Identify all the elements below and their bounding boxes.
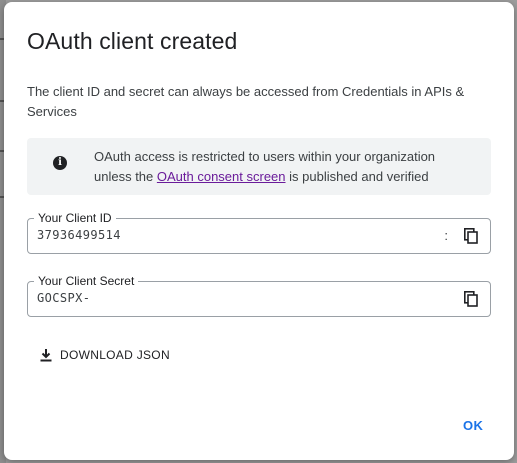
dialog-title: OAuth client created (27, 28, 238, 54)
copy-icon[interactable] (464, 228, 478, 244)
copy-icon[interactable] (464, 291, 478, 307)
info-text-after: is published and verified (285, 169, 429, 184)
download-json-button[interactable]: DOWNLOAD JSON (39, 344, 170, 366)
client-secret-value[interactable]: GOCSPX- (37, 291, 90, 305)
ok-button[interactable]: OK (463, 418, 483, 433)
dialog-description: The client ID and secret can always be a… (27, 84, 465, 119)
info-icon: i (53, 156, 67, 170)
download-json-label: DOWNLOAD JSON (60, 348, 170, 362)
download-icon (40, 349, 52, 362)
client-id-value[interactable]: 37936499514 (37, 228, 121, 242)
info-notice: i OAuth access is restricted to users wi… (27, 138, 491, 195)
oauth-client-created-dialog: OAuth client created The client ID and s… (4, 2, 514, 460)
info-text: OAuth access is restricted to users with… (94, 147, 474, 187)
client-secret-label: Your Client Secret (34, 273, 139, 289)
oauth-consent-screen-link[interactable]: OAuth consent screen (157, 169, 286, 184)
client-secret-field[interactable]: Your Client Secret GOCSPX- (27, 273, 491, 317)
client-id-suffix: : (444, 228, 448, 243)
client-id-field[interactable]: Your Client ID 37936499514 : (27, 210, 491, 254)
client-id-label: Your Client ID (34, 210, 116, 226)
